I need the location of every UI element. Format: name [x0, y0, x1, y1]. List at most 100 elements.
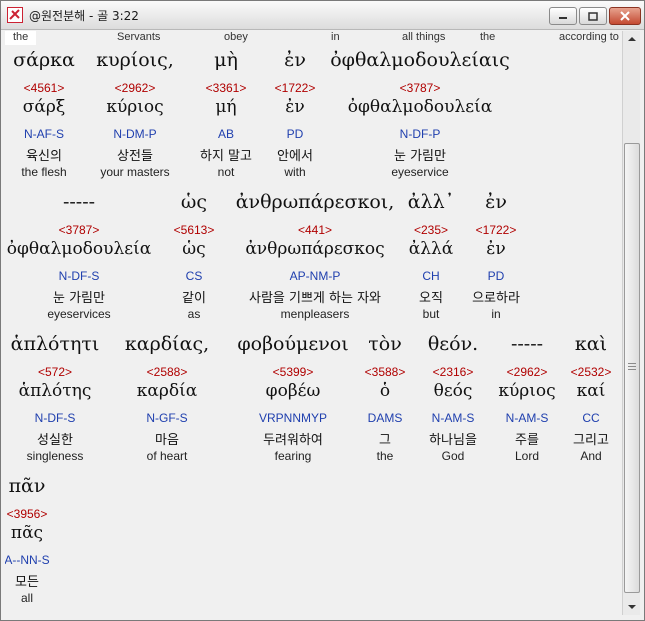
greek-text: σάρκα	[13, 49, 75, 71]
parse-text: N-AM-S	[505, 411, 549, 425]
window-title: @원전분해 - 골 3:22	[29, 9, 139, 23]
english-text: not	[217, 165, 235, 179]
lemma-text: πᾶς	[10, 523, 44, 543]
lemma-text: ἀλλά	[408, 239, 454, 259]
parse-text: N-DF-S	[58, 269, 100, 283]
lemma-text: κύριος	[498, 381, 556, 401]
parse-text: AB	[217, 127, 235, 141]
korean-text: 눈 가림만	[394, 149, 446, 164]
korean-text: 같이	[182, 291, 206, 306]
korean-text: 그리고	[573, 433, 609, 448]
strong-text[interactable]: <2962>	[507, 365, 548, 379]
greek-text: τὸν	[368, 333, 402, 355]
parse-text: DAMS	[367, 411, 403, 425]
greek-text: ἀνθρωπάρεσκοι,	[235, 191, 395, 213]
korean-text: 모든	[15, 575, 39, 590]
korean-text: 으로하라	[472, 291, 520, 306]
parse-text: CC	[582, 411, 600, 425]
greek-text: ἀλλ᾽	[407, 191, 455, 213]
vertical-scrollbar[interactable]	[622, 31, 640, 615]
greek-text: ἐν	[284, 49, 306, 71]
english-text: eyeservices	[47, 307, 111, 321]
topline-word: the	[5, 31, 37, 45]
korean-text: 하지 말고	[200, 149, 252, 164]
lemma-text: ὁ	[379, 381, 391, 401]
greek-text: καρδίας,	[124, 333, 210, 355]
greek-text: -----	[62, 191, 96, 213]
greek-text: φοβούμενοι	[237, 333, 349, 355]
english-text: fearing	[274, 449, 312, 463]
english-text: menpleasers	[280, 307, 350, 321]
topline-word: obey	[224, 31, 248, 43]
strong-text[interactable]: <1722>	[476, 223, 517, 237]
topline-word: the	[480, 31, 496, 43]
greek-text: ὀφθαλμοδουλείαις	[330, 49, 510, 71]
parse-text: AP-NM-P	[289, 269, 341, 283]
app-window: @원전분해 - 골 3:22 the Servants obey in all thin…	[0, 0, 645, 621]
lemma-text: σάρξ	[22, 97, 66, 117]
strong-text[interactable]: <5613>	[174, 223, 215, 237]
parse-text: VRPNNMYP	[258, 411, 328, 425]
minimize-button[interactable]	[549, 7, 577, 25]
strong-text[interactable]: <3361>	[206, 81, 247, 95]
lemma-text: μή	[215, 97, 237, 117]
lemma-text: κύριος	[106, 97, 164, 117]
lemma-text: ὡς	[182, 239, 206, 259]
korean-text: 주를	[515, 433, 539, 448]
parse-text: PD	[487, 269, 505, 283]
english-text: And	[580, 449, 602, 463]
topline-word: according to	[559, 31, 619, 43]
parse-text: CH	[422, 269, 440, 283]
app-logo-icon	[7, 7, 23, 23]
strong-text[interactable]: <441>	[298, 223, 332, 237]
lemma-text: ὀφθαλμοδουλεία	[347, 97, 493, 117]
strong-text[interactable]: <2588>	[147, 365, 188, 379]
maximize-button[interactable]	[579, 7, 607, 25]
english-text: the	[376, 449, 394, 463]
topline-word: in	[331, 31, 340, 43]
strong-text[interactable]: <5399>	[273, 365, 314, 379]
strong-text[interactable]: <1722>	[275, 81, 316, 95]
parse-text: N-GF-S	[146, 411, 188, 425]
lemma-text: ἐν	[486, 239, 506, 259]
korean-text: 육신의	[26, 149, 62, 164]
close-button[interactable]	[609, 7, 641, 25]
strong-text[interactable]: <3787>	[59, 223, 100, 237]
strong-text[interactable]: <4561>	[24, 81, 65, 95]
strong-text[interactable]: <3588>	[365, 365, 406, 379]
strong-text[interactable]: <235>	[414, 223, 448, 237]
topline-word: all things	[402, 31, 446, 43]
interlinear-panel: the Servants obey in all things the according …	[5, 31, 622, 615]
strong-text[interactable]: <3787>	[400, 81, 441, 95]
chevron-up-icon	[627, 37, 636, 41]
title-bar[interactable]: @원전분해 - 골 3:22	[1, 1, 644, 30]
parse-text: N-AF-S	[24, 127, 64, 141]
greek-text: καὶ	[574, 333, 608, 355]
scroll-thumb[interactable]	[624, 143, 640, 593]
greek-text: -----	[510, 333, 544, 355]
topline-word: Servants	[117, 31, 161, 43]
parse-text: N-DM-P	[113, 127, 157, 141]
scroll-up-button[interactable]	[623, 31, 640, 47]
korean-text: 그	[379, 433, 391, 448]
parse-text: N-DF-S	[34, 411, 76, 425]
english-text: Lord	[514, 449, 540, 463]
strong-text[interactable]: <3956>	[7, 507, 48, 521]
strong-text[interactable]: <572>	[38, 365, 72, 379]
greek-text: μὴ	[214, 49, 238, 71]
english-text: but	[422, 307, 440, 321]
english-text: all	[20, 591, 34, 605]
strong-text[interactable]: <2962>	[115, 81, 156, 95]
korean-text: 두려워하여	[263, 433, 323, 448]
lemma-text: φοβέω	[265, 381, 321, 401]
strong-text[interactable]: <2316>	[433, 365, 474, 379]
korean-text: 안에서	[277, 149, 313, 164]
parse-text: A--NN-S	[5, 553, 50, 567]
minimize-icon	[559, 17, 567, 19]
greek-text: θεόν.	[427, 333, 479, 355]
greek-text: ἐν	[485, 191, 507, 213]
korean-text: 마음	[155, 433, 179, 448]
lemma-text: ἐν	[285, 97, 305, 117]
strong-text[interactable]: <2532>	[571, 365, 612, 379]
scroll-down-button[interactable]	[623, 599, 640, 615]
